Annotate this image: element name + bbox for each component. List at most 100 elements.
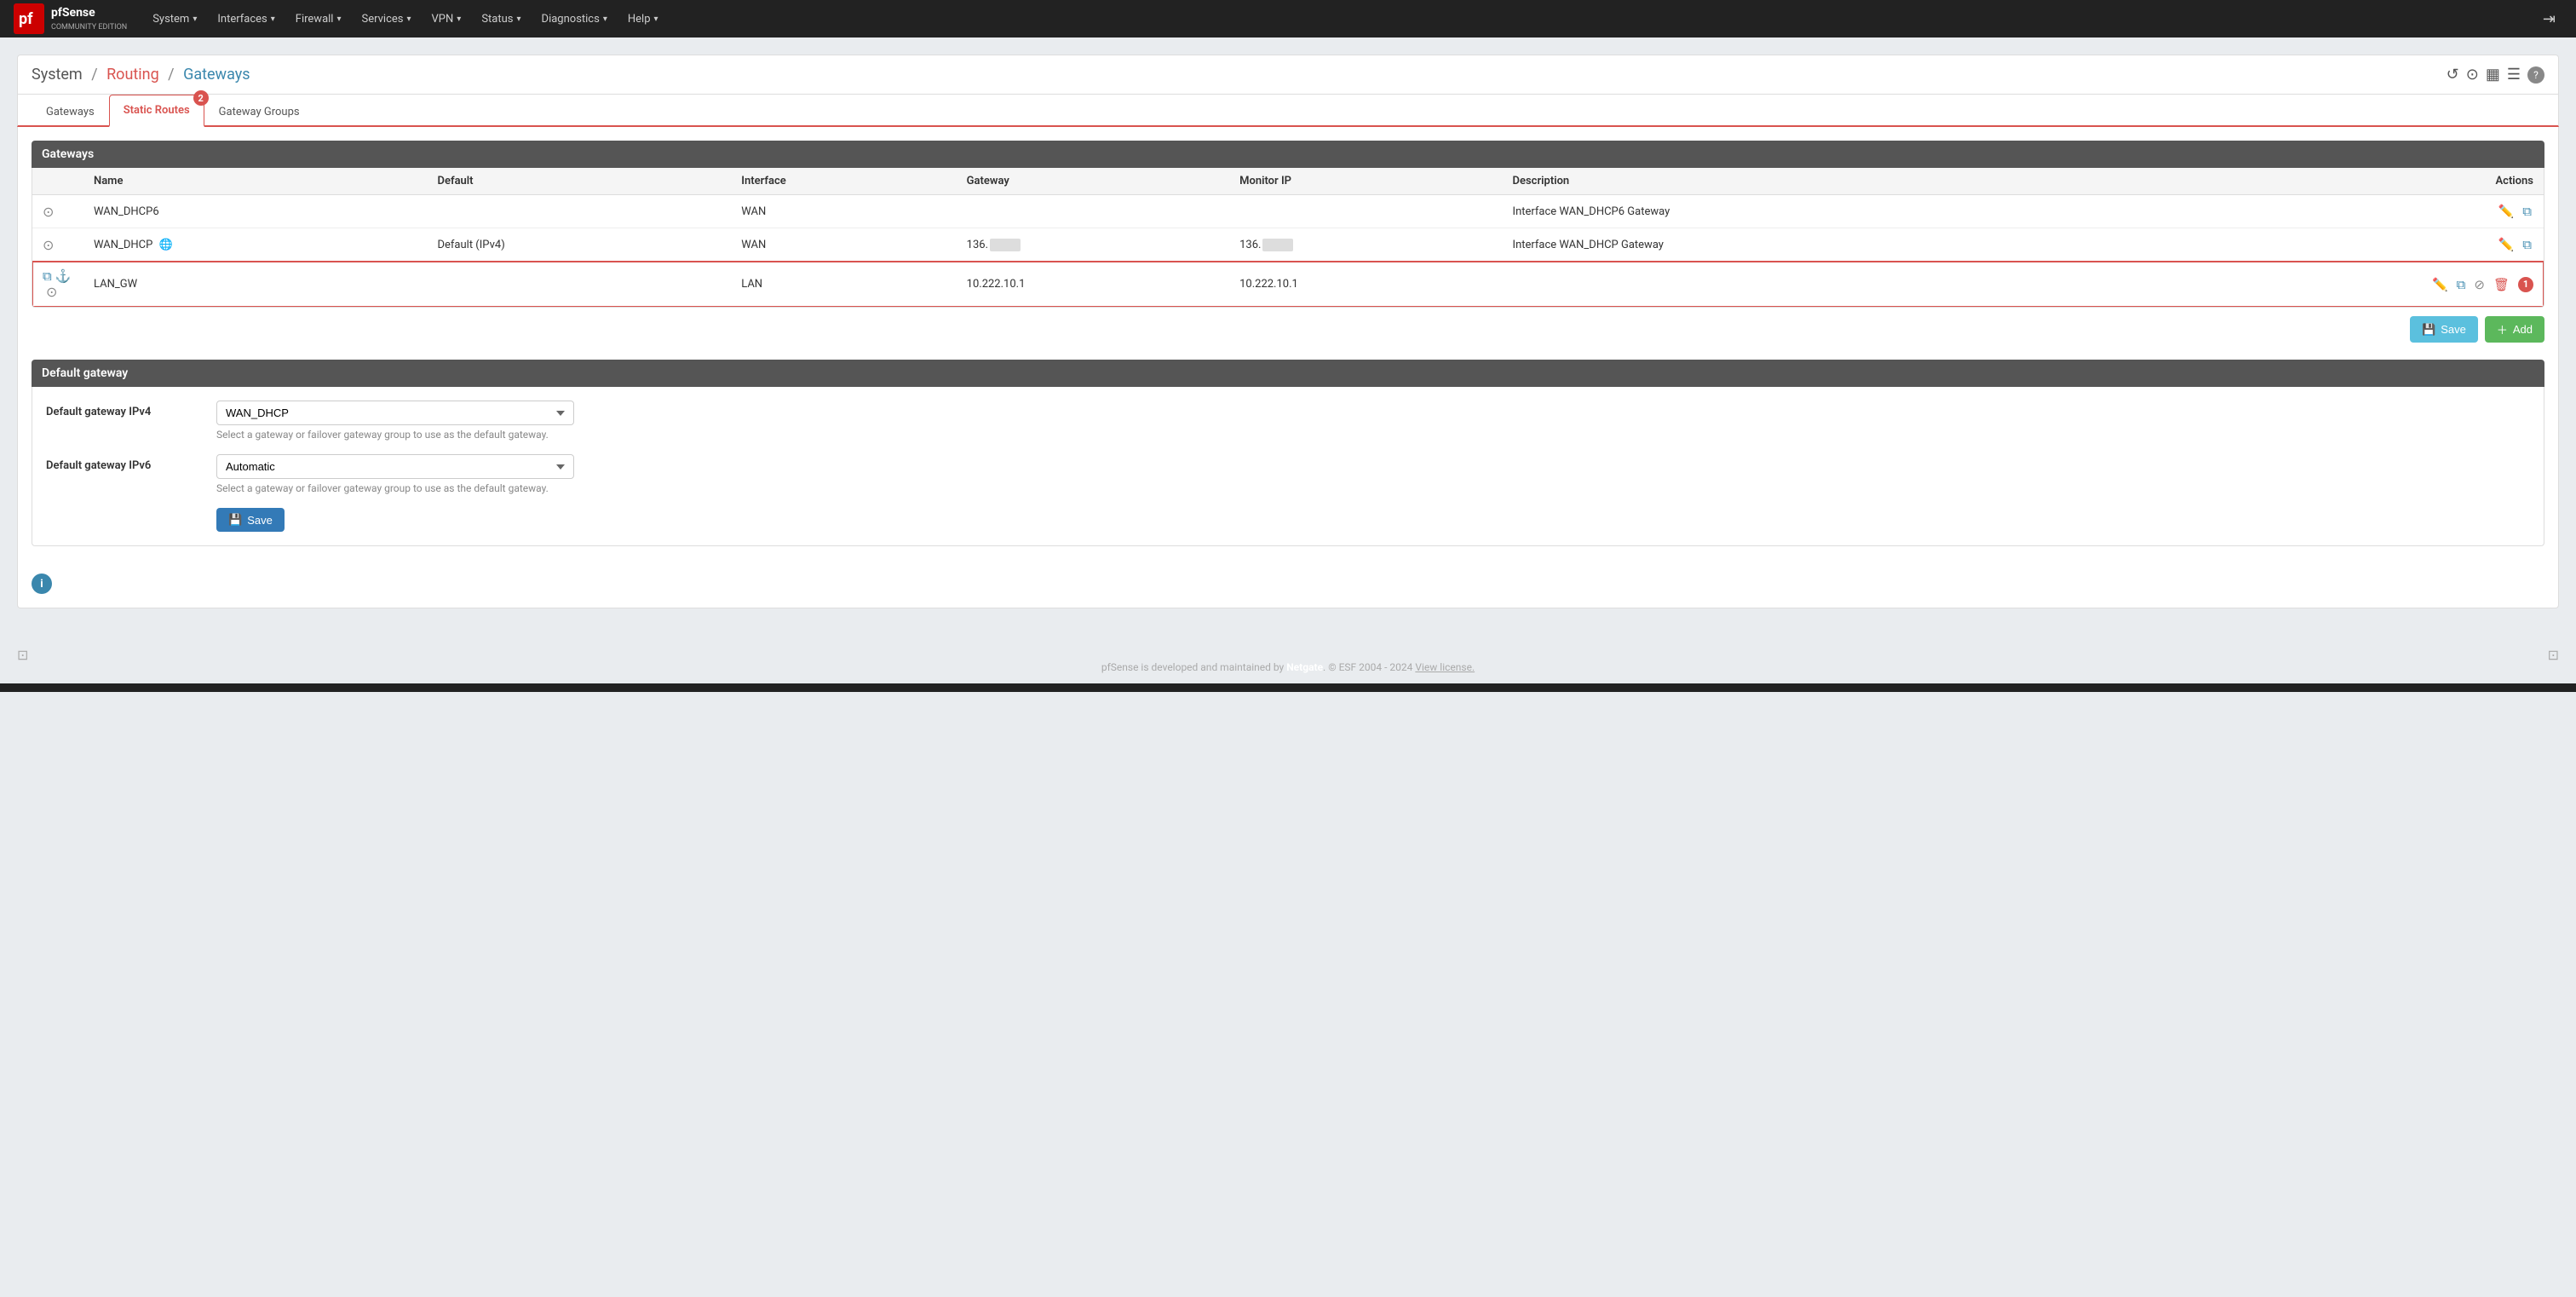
page-header: System / Routing / Gateways ↺ ⊙ ▦ ☰ ? (17, 55, 2559, 95)
info-icon[interactable]: i (32, 574, 52, 594)
nav-help[interactable]: Help ▾ (619, 8, 667, 31)
nav-services[interactable]: Services ▾ (354, 8, 420, 31)
record-icon[interactable]: ⊙ (2466, 66, 2479, 84)
nav-system[interactable]: System ▾ (144, 8, 205, 31)
gateways-btn-row: 💾 Save ＋ Add (32, 316, 2544, 343)
row-gateway-cell: 136. (957, 228, 1229, 262)
ipv4-label: Default gateway IPv4 (46, 401, 216, 418)
tab-static-routes[interactable]: Static Routes 2 (109, 95, 204, 127)
ipv4-select[interactable]: WAN_DHCP WAN_DHCP6 LAN_GW Automatic (216, 401, 574, 425)
globe-icon: 🌐 (159, 239, 173, 251)
tab-gateway-groups[interactable]: Gateway Groups (204, 96, 314, 127)
col-default: Default (427, 168, 731, 195)
list-icon[interactable]: ☰ (2507, 66, 2521, 84)
add-gateway-button[interactable]: ＋ Add (2485, 316, 2544, 343)
footer: ⊡ pfSense is developed and maintained by… (0, 625, 2576, 683)
breadcrumb-system: System (32, 66, 83, 84)
row-drag-cell: ⊙ (32, 195, 83, 228)
row-monitor-ip-cell: 10.222.10.1 (1229, 262, 1502, 308)
ipv6-select[interactable]: Automatic WAN_DHCP6 LAN_GW (216, 454, 574, 479)
ipv6-control-wrap: Automatic WAN_DHCP6 LAN_GW Select a gate… (216, 454, 2530, 494)
row-description-cell (1503, 262, 2117, 308)
row-check-icon: ⊙ (46, 284, 57, 300)
reload-icon[interactable]: ↺ (2447, 66, 2459, 84)
col-gateway: Gateway (957, 168, 1229, 195)
row-interface-cell: WAN (731, 228, 956, 262)
ipv4-hint: Select a gateway or failover gateway gro… (216, 429, 574, 441)
logo-box: pf (14, 3, 44, 34)
ipv6-label: Default gateway IPv6 (46, 454, 216, 472)
row-drag-cell: ⧉ ⚓ ⊙ (32, 262, 83, 308)
default-gateway-header: Default gateway (32, 360, 2544, 387)
row-name-cell: WAN_DHCP6 (83, 195, 427, 228)
row-gateway-cell (957, 195, 1229, 228)
gateways-table: Name Default Interface Gateway Monitor I… (32, 168, 2544, 307)
nav-firewall[interactable]: Firewall ▾ (287, 8, 350, 31)
default-gateway-form: Default gateway IPv4 WAN_DHCP WAN_DHCP6 … (32, 387, 2544, 546)
save-gateways-button[interactable]: 💾 Save (2410, 316, 2478, 343)
save-default-gateway-button[interactable]: 💾 Save (216, 508, 285, 532)
chart-icon[interactable]: ▦ (2486, 66, 2500, 84)
footer-left-icon[interactable]: ⊡ (17, 647, 28, 663)
logout-button[interactable]: ⇥ (2536, 7, 2562, 32)
nav-status[interactable]: Status ▾ (473, 8, 529, 31)
table-row: ⧉ ⚓ ⊙ LAN_GW LAN 10.222.10.1 10.222.10.1 (32, 262, 2544, 308)
edit-button[interactable]: ✏️ (2430, 275, 2450, 294)
row-drag-cell: ⊙ (32, 228, 83, 262)
delete-button[interactable]: 🗑 (2492, 275, 2511, 294)
row-interface-cell: LAN (731, 262, 956, 308)
breadcrumb-gateways: Gateways (183, 66, 250, 84)
disable-button[interactable]: ⊘ (2472, 275, 2487, 294)
col-description: Description (1503, 168, 2117, 195)
row-name-cell: WAN_DHCP 🌐 (83, 228, 427, 262)
save-icon: 💾 (2422, 323, 2435, 337)
save-btn-wrap: 💾 Save (216, 508, 2530, 532)
footer-right-icon[interactable]: ⊡ (2548, 647, 2559, 663)
nav-menu: System ▾ Interfaces ▾ Firewall ▾ Service… (144, 8, 2536, 31)
table-header-row: Name Default Interface Gateway Monitor I… (32, 168, 2544, 195)
nav-vpn[interactable]: VPN ▾ (423, 8, 470, 31)
copy-button[interactable]: ⧉ (2521, 202, 2533, 221)
row-actions: ✏️ ⧉ (2127, 202, 2533, 221)
col-name: Name (83, 168, 427, 195)
footer-icons-row: ⊡ pfSense is developed and maintained by… (0, 625, 2576, 683)
breadcrumb-sep1: / (91, 66, 97, 84)
copy-button[interactable]: ⧉ (2455, 275, 2468, 294)
breadcrumb: System / Routing / Gateways (32, 66, 250, 84)
svg-text:pf: pf (19, 10, 33, 28)
default-gateway-section: Default gateway Default gateway IPv4 WAN… (32, 360, 2544, 546)
header-icons: ↺ ⊙ ▦ ☰ ? (2447, 66, 2544, 84)
col-interface: Interface (731, 168, 956, 195)
brand: pf pfSense COMMUNITY EDITION (14, 3, 127, 34)
nav-interfaces[interactable]: Interfaces ▾ (209, 8, 283, 31)
tab-gateways[interactable]: Gateways (32, 96, 109, 127)
ipv4-control-wrap: WAN_DHCP WAN_DHCP6 LAN_GW Automatic Sele… (216, 401, 2530, 441)
row-check-icon: ⊙ (43, 204, 54, 220)
gateways-section-header: Gateways (32, 141, 2544, 168)
view-license-link[interactable]: View license. (1415, 661, 1475, 673)
help-icon[interactable]: ? (2527, 66, 2544, 84)
content-area: System / Routing / Gateways ↺ ⊙ ▦ ☰ ? Ga… (0, 37, 2576, 625)
ipv4-row: Default gateway IPv4 WAN_DHCP WAN_DHCP6 … (46, 401, 2530, 441)
col-monitor-ip: Monitor IP (1229, 168, 1502, 195)
edit-button[interactable]: ✏️ (2497, 202, 2516, 221)
drag-handle-icon[interactable]: ⧉ (43, 268, 52, 284)
anchor-icon: ⚓ (55, 268, 72, 284)
row-interface-cell: WAN (731, 195, 956, 228)
row-default-cell (427, 262, 731, 308)
breadcrumb-routing[interactable]: Routing (106, 66, 159, 84)
nav-diagnostics[interactable]: Diagnostics ▾ (533, 8, 616, 31)
pfsense-logo-icon: pf (19, 9, 39, 29)
copy-button[interactable]: ⧉ (2521, 235, 2533, 254)
row-name-cell: LAN_GW (83, 262, 427, 308)
edit-button[interactable]: ✏️ (2497, 235, 2516, 254)
gateways-table-wrap: Name Default Interface Gateway Monitor I… (32, 168, 2544, 308)
row-gateway-cell: 10.222.10.1 (957, 262, 1229, 308)
row-actions-cell: ✏️ ⧉ (2117, 195, 2544, 228)
logo-text: pfSense COMMUNITY EDITION (51, 6, 127, 32)
navbar: pf pfSense COMMUNITY EDITION System ▾ In… (0, 0, 2576, 37)
row-actions: ✏️ ⧉ ⊘ 🗑 1 (2127, 275, 2533, 294)
row-drag-icons: ⧉ ⚓ (43, 268, 73, 284)
row-monitor-ip-cell (1229, 195, 1502, 228)
footer-text: pfSense is developed and maintained by N… (28, 651, 2547, 683)
